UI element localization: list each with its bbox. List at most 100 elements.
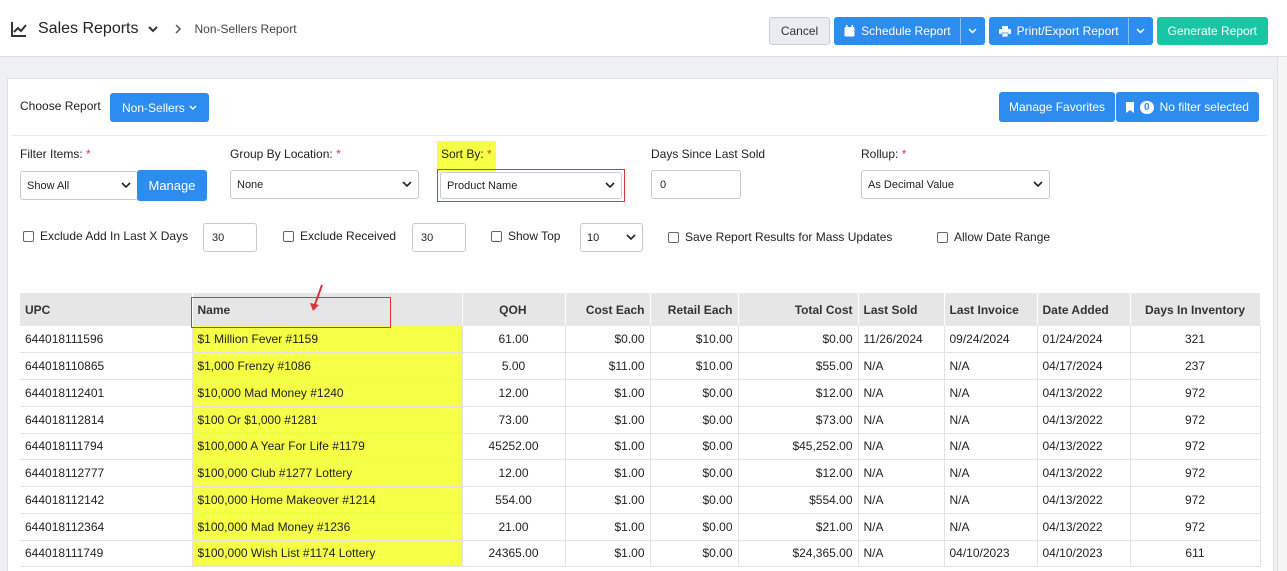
column-header-qoh[interactable]: QOH	[462, 293, 566, 326]
cell-upc: 644018111749	[20, 540, 193, 568]
cell-retail-each: $0.00	[650, 459, 739, 487]
exclude-received-input[interactable]: 30	[412, 223, 466, 252]
line-chart-icon	[11, 22, 27, 37]
filter-status-button[interactable]: 0 No filter selected	[1116, 92, 1259, 122]
cell-qoh: 554.00	[462, 486, 566, 514]
choose-report-dropdown[interactable]: Non-Sellers	[110, 93, 209, 122]
cell-days-in-inventory: 972	[1130, 406, 1261, 434]
days-since-input[interactable]: 0	[651, 170, 741, 199]
cell-qoh: 73.00	[462, 406, 566, 434]
generate-report-button[interactable]: Generate Report	[1156, 17, 1268, 45]
cell-total-cost: $45,252.00	[738, 433, 859, 461]
column-header-last-sold[interactable]: Last Sold	[858, 293, 945, 326]
column-header-upc[interactable]: UPC	[20, 293, 193, 326]
chevron-down-icon[interactable]	[147, 23, 159, 35]
cell-name: $100,000 Club #1277 Lottery	[192, 459, 463, 487]
table-row[interactable]: 644018112777 $100,000 Club #1277 Lottery 1…	[20, 459, 1261, 487]
cell-cost-each: $1.00	[565, 433, 651, 461]
cell-cost-each: $1.00	[565, 513, 651, 541]
chevron-down-icon	[402, 181, 412, 188]
rollup-select[interactable]: As Decimal Value	[861, 170, 1050, 199]
cell-date-added: 04/13/2022	[1037, 513, 1131, 541]
cell-date-added: 01/24/2024	[1037, 326, 1131, 354]
cell-total-cost: $21.00	[738, 513, 859, 541]
table-row[interactable]: 644018111596 $1 Million Fever #1159 61.00 $…	[20, 326, 1261, 354]
column-header-date-added[interactable]: Date Added	[1037, 293, 1131, 326]
cell-name: $100,000 Mad Money #1236	[192, 513, 463, 541]
column-header-retail-each[interactable]: Retail Each	[650, 293, 739, 326]
vertical-scrollbar[interactable]	[1277, 57, 1287, 571]
checkbox[interactable]	[491, 230, 502, 242]
chevron-down-icon	[605, 182, 615, 189]
checkbox[interactable]	[283, 230, 294, 242]
no-filter-label: No filter selected	[1159, 100, 1249, 114]
checkbox[interactable]	[937, 231, 948, 243]
cell-date-added: 04/17/2024	[1037, 352, 1131, 380]
chevron-down-icon	[1136, 28, 1145, 34]
divider	[12, 135, 1267, 136]
table-row[interactable]: 644018110865 $1,000 Frenzy #1086 5.00 $11.0…	[20, 352, 1261, 380]
filter-items-label: Filter Items: *	[20, 147, 91, 161]
table-row[interactable]: 644018112142 $100,000 Home Makeover #1214…	[20, 486, 1261, 514]
chevron-down-icon	[626, 234, 636, 241]
show-top-select[interactable]: 10	[580, 223, 643, 252]
cell-total-cost: $12.00	[738, 379, 859, 407]
exclude-add-checkbox[interactable]: Exclude Add In Last X Days	[23, 229, 188, 243]
column-header-days-in-inventory[interactable]: Days In Inventory	[1130, 293, 1261, 326]
column-header-total-cost[interactable]: Total Cost	[738, 293, 859, 326]
cell-total-cost: $73.00	[738, 406, 859, 434]
choose-report-label: Choose Report	[20, 99, 101, 113]
table-row[interactable]: 644018112401 $10,000 Mad Money #1240 12.00…	[20, 379, 1261, 407]
exclude-received-checkbox[interactable]: Exclude Received	[283, 229, 396, 243]
sort-by-value: Product Name	[447, 179, 518, 192]
cell-days-in-inventory: 972	[1130, 513, 1261, 541]
cell-last-invoice: N/A	[944, 513, 1038, 541]
cell-upc: 644018112364	[20, 513, 193, 541]
cell-upc: 644018110865	[20, 352, 193, 380]
cell-qoh: 61.00	[462, 326, 566, 354]
days-since-label: Days Since Last Sold	[651, 147, 766, 161]
save-results-checkbox[interactable]: Save Report Results for Mass Updates	[668, 230, 892, 244]
cell-retail-each: $0.00	[650, 540, 739, 568]
show-top-checkbox[interactable]: Show Top	[491, 229, 560, 243]
manage-favorites-button[interactable]: Manage Favorites	[999, 92, 1116, 122]
cell-last-sold: N/A	[858, 540, 945, 568]
table-row[interactable]: 644018111794 $100,000 A Year For Life #11…	[20, 433, 1261, 461]
sort-by-select[interactable]: Product Name	[440, 172, 622, 199]
checkbox[interactable]	[23, 230, 34, 242]
rollup-value: As Decimal Value	[868, 178, 954, 191]
column-header-last-invoice[interactable]: Last Invoice	[944, 293, 1038, 326]
bookmark-icon	[1126, 101, 1134, 113]
filter-items-value: Show All	[27, 179, 70, 192]
cell-date-added: 04/13/2022	[1037, 433, 1131, 461]
rollup-label: Rollup: *	[861, 147, 906, 161]
table-row[interactable]: 644018112814 $100 Or $1,000 #1281 73.00 $1.…	[20, 406, 1261, 434]
cell-qoh: 12.00	[462, 379, 566, 407]
cell-total-cost: $12.00	[738, 459, 859, 487]
cell-last-sold: N/A	[858, 433, 945, 461]
table-row[interactable]: 644018112364 $100,000 Mad Money #1236 21.0…	[20, 513, 1261, 541]
required-mark: *	[86, 147, 91, 161]
required-mark: *	[336, 147, 341, 161]
column-header-cost-each[interactable]: Cost Each	[565, 293, 651, 326]
allow-date-range-checkbox[interactable]: Allow Date Range	[937, 230, 1050, 244]
filter-items-select[interactable]: Show All	[20, 171, 138, 200]
manage-filter-button[interactable]: Manage	[137, 170, 207, 201]
required-mark: *	[487, 147, 492, 161]
schedule-report-button[interactable]: Schedule Report	[834, 17, 985, 45]
cell-total-cost: $55.00	[738, 352, 859, 380]
cell-last-invoice: 04/10/2023	[944, 540, 1038, 568]
schedule-dropdown-toggle[interactable]	[959, 18, 984, 44]
cell-date-added: 04/13/2022	[1037, 459, 1131, 487]
show-top-label: Show Top	[508, 229, 561, 243]
print-export-button[interactable]: Print/Export Report	[988, 17, 1153, 45]
group-by-select[interactable]: None	[230, 170, 419, 199]
exclude-add-days-input[interactable]: 30	[203, 223, 257, 252]
cancel-button[interactable]: Cancel	[768, 17, 831, 45]
table-row[interactable]: 644018111749 $100,000 Wish List #1174 Lot…	[20, 540, 1261, 568]
report-panel: Choose Report Non-Sellers Manage Favorit…	[7, 78, 1274, 571]
cell-cost-each: $1.00	[565, 540, 651, 568]
cell-retail-each: $0.00	[650, 486, 739, 514]
checkbox[interactable]	[668, 231, 679, 243]
print-export-dropdown-toggle[interactable]	[1127, 18, 1152, 44]
